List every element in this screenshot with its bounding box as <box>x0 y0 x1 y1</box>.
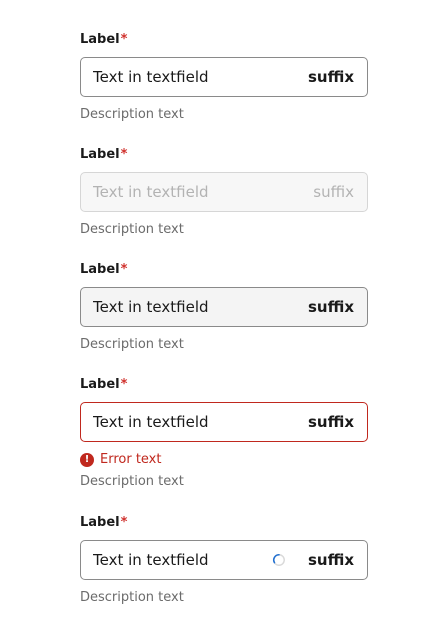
error-message: ! Error text <box>80 452 368 468</box>
loading-spinner-icon <box>273 553 285 566</box>
text-input-error[interactable]: Text in textfield suffix <box>80 402 368 442</box>
input-value[interactable]: Text in textfield <box>93 413 308 431</box>
required-asterisk: * <box>120 262 128 277</box>
input-value[interactable]: Text in textfield <box>93 68 308 86</box>
input-suffix: suffix <box>307 551 354 569</box>
required-asterisk: * <box>120 377 128 392</box>
required-asterisk: * <box>120 515 128 530</box>
text-input-readonly[interactable]: Text in textfield suffix <box>80 287 368 327</box>
field-label: Label* <box>80 377 368 393</box>
textfield-loading: Label* Text in textfield suffix Descript… <box>80 515 368 606</box>
textfield-error: Label* Text in textfield suffix ! Error … <box>80 377 368 490</box>
description-text: Description text <box>80 222 184 237</box>
required-asterisk: * <box>120 147 128 162</box>
description-text: Description text <box>80 590 184 605</box>
input-value[interactable]: Text in textfield <box>93 298 308 316</box>
error-icon: ! <box>80 453 94 467</box>
input-suffix: suffix <box>307 298 354 316</box>
text-input[interactable]: Text in textfield suffix <box>80 57 368 97</box>
field-label: Label* <box>80 32 368 48</box>
field-label: Label* <box>80 262 368 278</box>
description-text: Description text <box>80 474 184 489</box>
label-text: Label <box>80 147 120 162</box>
textfield-default: Label* Text in textfield suffix Descript… <box>80 32 368 123</box>
label-text: Label <box>80 32 120 47</box>
input-value[interactable]: Text in textfield <box>93 551 272 569</box>
description-text: Description text <box>80 107 184 122</box>
input-suffix: suffix <box>307 68 354 86</box>
textfield-disabled: Label* Text in textfield suffix Descript… <box>80 147 368 238</box>
label-text: Label <box>80 515 120 530</box>
required-asterisk: * <box>120 32 128 47</box>
input-value: Text in textfield <box>93 183 209 201</box>
text-input-loading[interactable]: Text in textfield suffix <box>80 540 368 580</box>
textfield-readonly: Label* Text in textfield suffix Descript… <box>80 262 368 353</box>
input-suffix: suffix <box>313 183 354 201</box>
field-label: Label* <box>80 515 368 531</box>
field-label: Label* <box>80 147 368 163</box>
input-suffix: suffix <box>307 413 354 431</box>
error-text: Error text <box>100 452 162 467</box>
label-text: Label <box>80 377 120 392</box>
description-text: Description text <box>80 337 184 352</box>
text-input-disabled: Text in textfield suffix <box>80 172 368 212</box>
label-text: Label <box>80 262 120 277</box>
